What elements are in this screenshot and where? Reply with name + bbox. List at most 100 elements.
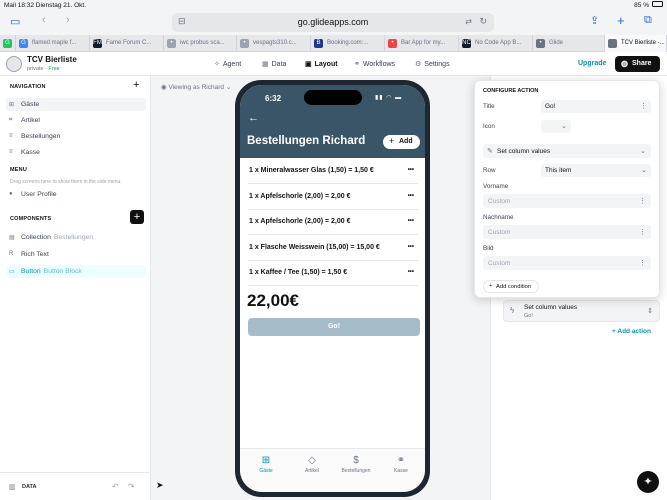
component-button[interactable]: ▭ Button Button Block [6,265,146,278]
workflow-icon: ⚭ [396,455,406,466]
nachname-input[interactable]: Custom ⋮ [483,225,651,239]
go-button[interactable]: Go! [248,318,420,336]
share-button[interactable]: ◍ Share [615,56,660,72]
grid-icon: ⊞ [9,102,15,108]
lightning-icon: ϟ [510,306,515,315]
bottom-tab-gaeste[interactable]: ⊞ Gäste [243,455,289,474]
list-item[interactable]: 1 x Kaffee / Tee (1,50) = 1,50 € ••• [248,261,418,286]
browser-tab[interactable]: • vespagts310.c... [237,35,311,52]
tab-workflows[interactable]: ⚭ Workflows [354,60,395,68]
list-item[interactable]: 1 x Apfelschorle (2,00) = 2,00 € ••• [248,185,418,210]
bottom-tab-bestellungen[interactable]: $ Bestellungen [333,455,379,474]
plus-icon: + [612,328,616,335]
tab-overview-icon[interactable]: ⧉ [644,14,652,27]
cursor-tool-icon[interactable]: ➤ [156,480,164,491]
app-name: TCV Bierliste [27,55,77,64]
list-item-text: 1 x Apfelschorle (2,00) = 2,00 € [249,192,351,200]
nav-item-artikel[interactable]: ⌗ Artikel [6,114,146,127]
nav-item-bestellungen[interactable]: ≡ Bestellungen [6,130,146,143]
icon-label: Icon [483,123,495,130]
browser-tab[interactable]: G [0,35,16,52]
status-bar: Mail 18:32 Dienstag 21. Okt. 85 % [0,0,667,11]
share-browser-icon[interactable]: ⇪ [590,14,599,27]
bottom-tab-kasse[interactable]: ⚭ Kasse [378,455,424,474]
dynamic-island [304,90,362,105]
bottom-nav: ⊞ Gäste ◇ Artikel $ Bestellungen ⚭ Kasse [240,448,425,492]
nav-item-kasse[interactable]: ≡ Kasse [6,146,146,159]
app-privacy: private · Free [27,66,60,72]
row-select[interactable]: This item ⌄ [541,164,651,177]
undo-icon[interactable]: ↶ [112,482,119,491]
app-avatar[interactable] [6,56,22,72]
browser-tab[interactable]: • Bar App for my... [385,35,459,52]
browser-tab[interactable]: TCV Bierliste -... [605,35,667,52]
title-label: Title [483,103,495,110]
sidebar-toggle-icon[interactable]: ▭ [10,15,20,28]
sidebar-footer: ▥ DATA ↶ ↷ [0,472,151,500]
chevron-down-icon: ⌄ [561,123,567,130]
icon-picker[interactable]: ⌄ [541,120,571,133]
redo-icon[interactable]: ↷ [128,482,135,491]
add-condition-button[interactable]: + Add condition [483,280,539,293]
address-bar[interactable]: ⊟ go.glideapps.com ⇄ ↻ [172,13,494,32]
more-icon[interactable]: ••• [408,244,414,250]
nav-item-gaeste[interactable]: ⊞ Gäste [6,98,146,111]
tab-layout[interactable]: ▣ Layout [305,60,338,68]
kebab-icon: ⋮ [639,197,646,205]
back-arrow-icon[interactable]: ← [248,112,259,124]
bild-input[interactable]: Custom ⋮ [483,256,651,270]
add-button[interactable]: + Add [383,135,420,149]
more-icon[interactable]: ••• [408,218,414,224]
browser-tab[interactable]: Gflamed maple f... [16,35,90,52]
chevron-down-icon: ⌄ [641,167,647,174]
title-input[interactable]: Go! ⋮ [541,100,651,113]
list-item-text: 1 x Flasche Weisswein (15,00) = 15,00 € [249,243,380,251]
collection-icon: ▤ [9,235,15,241]
dollar-icon: $ [353,455,359,466]
sparkle-icon: ✧ [214,61,220,68]
add-component-button[interactable]: + [130,210,144,224]
tab-data[interactable]: ▦ Data [262,60,286,68]
table-icon: ▦ [262,61,269,68]
kebab-icon: ⋮ [640,103,647,110]
component-rich-text[interactable]: R Rich Text [6,248,146,261]
add-screen-icon[interactable]: + [133,79,139,91]
browser-tab[interactable]: NC No Code App B... [459,35,533,52]
translate-icon[interactable]: ⇄ [465,17,472,26]
tab-label: iwc probus sca... [180,40,225,46]
kebab-icon: ⋮ [639,228,646,236]
vorname-input[interactable]: Custom ⋮ [483,194,651,208]
button-icon: ▭ [9,269,15,275]
more-icon[interactable]: ••• [408,193,414,199]
upgrade-link[interactable]: Upgrade [578,60,606,67]
action-card[interactable]: ϟ Set column values Go! ⇕ [503,300,660,322]
viewing-as[interactable]: ◉ Viewing as Richard ⌄ [161,83,231,91]
bottom-tab-artikel[interactable]: ◇ Artikel [289,455,335,474]
chevron-down-icon: ⌄ [640,147,646,155]
forward-icon[interactable]: › [66,14,70,26]
ai-assistant-button[interactable]: ✦ [637,471,659,493]
component-collection[interactable]: ▤ Collection Bestellungen [6,231,146,244]
list-item[interactable]: 1 x Mineralwasser Glas (1,50) = 1,50 € ••… [248,159,418,184]
menu-item-user-profile[interactable]: ● User Profile [6,188,146,201]
tab-agent[interactable]: ✧ Agent [214,60,241,68]
tab-settings[interactable]: ⚙ Settings [415,60,450,68]
list-item[interactable]: 1 x Apfelschorle (2,00) = 2,00 € ••• [248,210,418,235]
browser-tab[interactable]: • iwc probus sca... [164,35,237,52]
add-action-link[interactable]: + Add action [612,328,651,335]
more-icon[interactable]: ••• [408,167,414,173]
new-tab-icon[interactable]: + [617,13,625,28]
list-item[interactable]: 1 x Flasche Weisswein (15,00) = 15,00 € •… [248,236,418,261]
reload-icon[interactable]: ↻ [479,16,487,27]
back-icon[interactable]: ‹ [42,14,46,26]
phone-time: 6:32 [265,94,282,103]
action-select[interactable]: ✎ Set column values ⌄ [483,144,651,158]
battery-icon [652,1,663,7]
more-icon[interactable]: ••• [408,269,414,275]
tab-label: vespagts310.c... [253,40,297,46]
favicon-icon: • [536,39,545,48]
browser-tab[interactable]: • Glide [533,35,605,52]
browser-tab[interactable]: FM Fame Forum C... [90,35,164,52]
row-label: Row [483,167,496,174]
browser-tab[interactable]: B Booking.com:... [311,35,385,52]
